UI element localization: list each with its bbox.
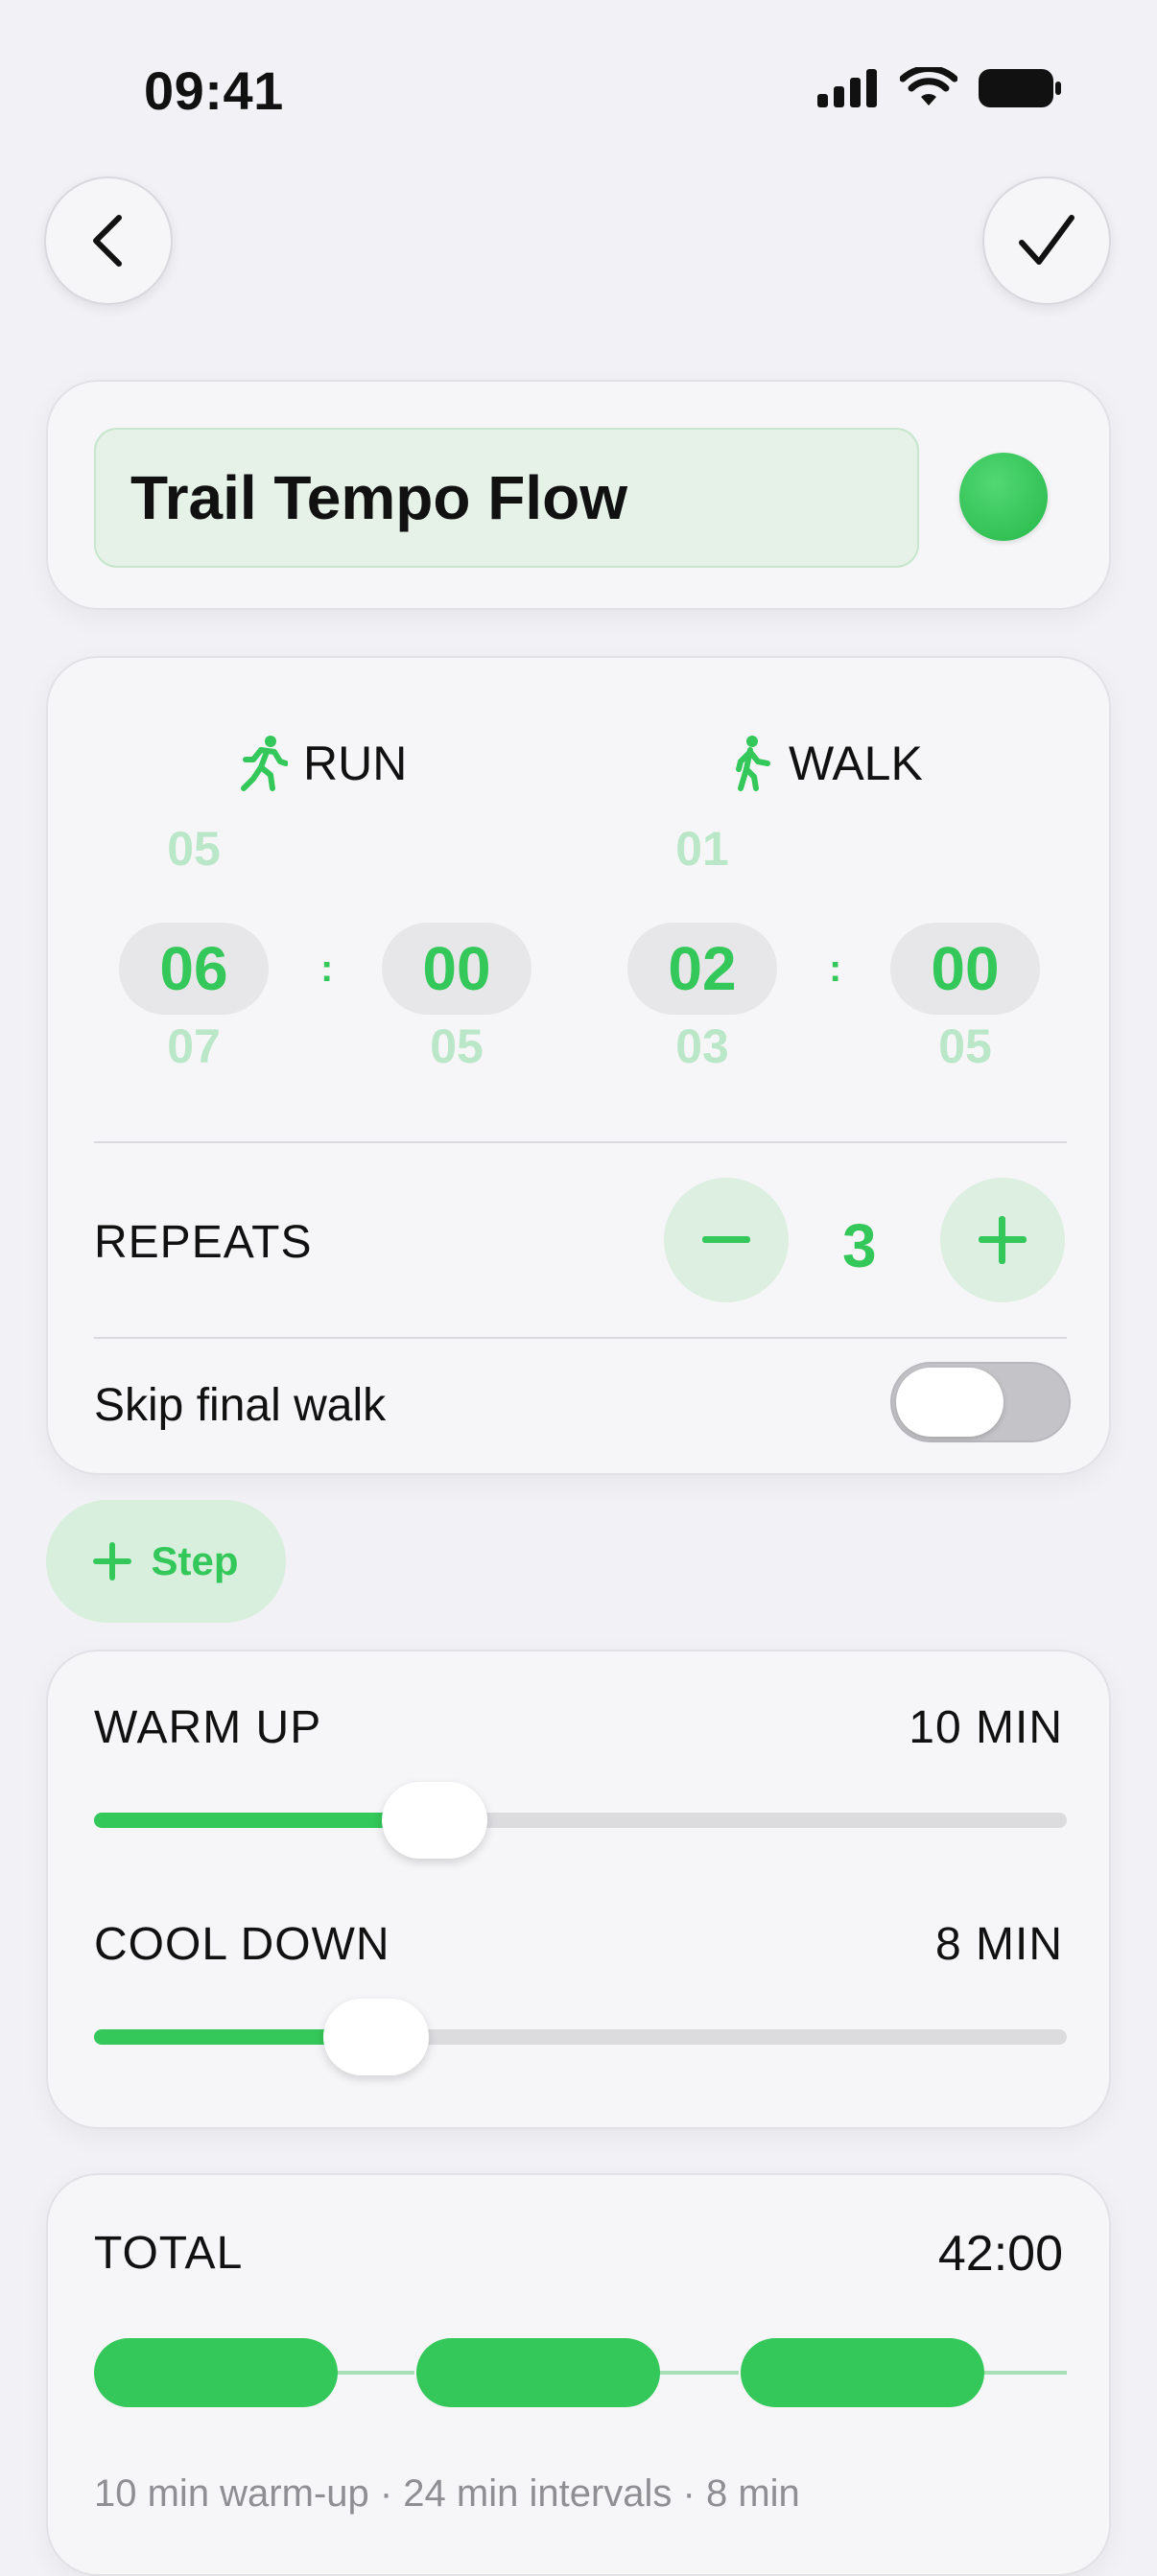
walk-minutes-selected[interactable]: 02 [627,923,777,1015]
run-icon [241,736,288,791]
divider [94,1337,1067,1339]
run-minutes-above[interactable]: 05 [119,821,269,877]
walk-icon [736,736,770,791]
status-time: 09:41 [144,60,284,121]
cool-down-slider-thumb[interactable] [323,1999,430,2075]
workout-name-card: Trail Tempo Flow [46,380,1111,610]
status-icons [817,67,1061,109]
wifi-icon [900,67,957,105]
warm-up-slider-thumb[interactable] [381,1782,487,1859]
cool-down-label: COOL DOWN [94,1919,390,1970]
timeline-run-segment [416,2338,660,2407]
skip-final-walk-label: Skip final walk [94,1380,387,1431]
skip-final-walk-toggle[interactable] [890,1362,1071,1442]
interval-card: RUN WALK 05 06 07 : 00 05 01 02 03 : 00 … [46,656,1111,1475]
plus-icon [979,1216,1027,1264]
total-summary: 10 min warm-up · 24 min intervals · 8 mi… [94,2472,800,2515]
battery-icon [979,69,1061,107]
walk-header: WALK [731,735,923,792]
warm-up-label: WARM UP [94,1702,322,1753]
run-seconds-below[interactable]: 05 [382,1019,531,1074]
minus-icon [702,1236,750,1243]
total-value: 42:00 [937,2226,1063,2282]
timeline-walk-segment [658,2371,739,2375]
workout-name-input[interactable]: Trail Tempo Flow [94,428,919,568]
workout-color-picker[interactable] [959,453,1048,541]
repeats-increment-button[interactable] [940,1178,1065,1302]
signal-icon [817,69,877,107]
add-step-label: Step [151,1538,239,1583]
run-label: RUN [303,737,408,790]
timeline-walk-segment [334,2371,414,2375]
add-step-button[interactable]: Step [46,1500,286,1623]
repeats-decrement-button[interactable] [664,1178,789,1302]
warm-up-value: 10 MIN [909,1702,1063,1753]
chevron-left-icon [93,215,122,267]
walk-minutes-above[interactable]: 01 [627,821,777,877]
divider [94,1141,1067,1143]
cool-down-value: 8 MIN [934,1919,1063,1970]
repeats-label: REPEATS [94,1217,313,1268]
timeline-walk-segment [982,2371,1067,2375]
checkmark-icon [1019,215,1074,265]
total-label: TOTAL [94,2228,244,2279]
cool-down-slider[interactable] [94,1999,1067,2075]
repeats-value: 3 [842,1211,877,1280]
back-button[interactable] [44,176,173,305]
walk-label: WALK [789,737,923,790]
total-card: TOTAL 42:00 10 min warm-up · 24 min inte… [46,2173,1111,2576]
warmup-cooldown-card: WARM UP 10 MIN COOL DOWN 8 MIN [46,1650,1111,2129]
run-minutes-below[interactable]: 07 [119,1019,269,1074]
walk-seconds-selected[interactable]: 00 [890,923,1040,1015]
walk-seconds-below[interactable]: 05 [890,1019,1040,1074]
plus-icon [93,1542,132,1581]
timeline-run-segment [94,2338,338,2407]
run-header: RUN [240,735,407,792]
interval-timeline [94,2338,1067,2407]
toggle-knob [896,1368,1004,1437]
walk-minutes-below[interactable]: 03 [627,1019,777,1074]
walk-time-separator: : [829,948,842,990]
confirm-button[interactable] [982,176,1111,305]
run-minutes-selected[interactable]: 06 [119,923,269,1015]
run-time-separator: : [320,948,334,990]
timeline-run-segment [741,2338,984,2407]
run-seconds-selected[interactable]: 00 [382,923,531,1015]
warm-up-slider[interactable] [94,1782,1067,1859]
